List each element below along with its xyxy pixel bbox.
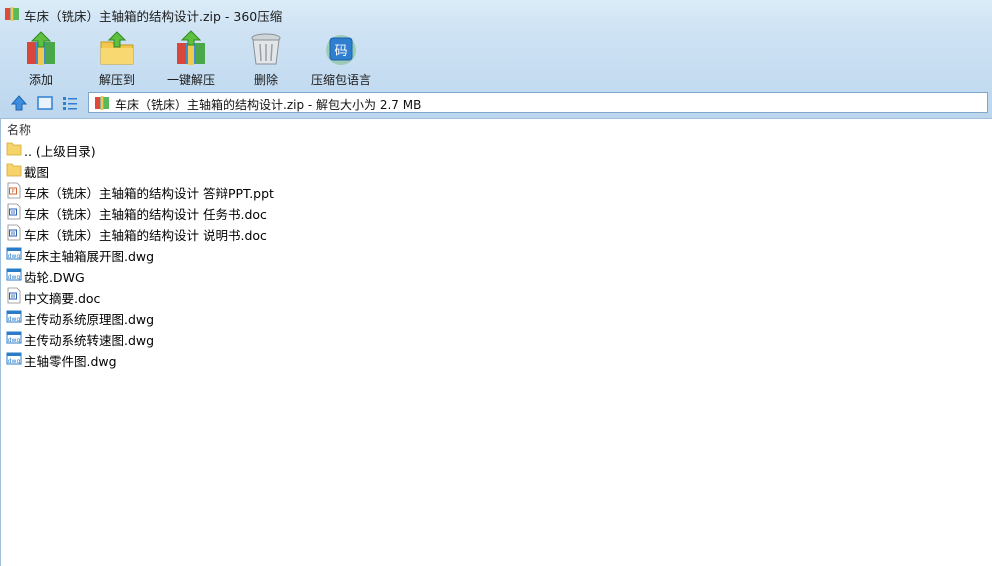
file-list: 名称 .. (上级目录) 截图 P 车床（铣床）主轴箱的结构设计 答辩PPT.p… (0, 119, 992, 566)
item-name: 车床（铣床）主轴箱的结构设计 说明书.doc (24, 228, 267, 243)
list-item[interactable]: dwg 齿轮.DWG (5, 264, 985, 285)
toolbar: 添加 解压到 一键解压 删除 码 压缩包语言 (0, 28, 992, 88)
svg-text:W: W (11, 210, 16, 216)
folder-icon (6, 163, 22, 177)
list-item-parent-dir[interactable]: .. (上级目录) (5, 138, 985, 159)
path-field[interactable]: 车床（铣床）主轴箱的结构设计.zip - 解包大小为 2.7 MB (88, 92, 988, 113)
dwg-file-icon: dwg (6, 352, 22, 365)
extract-to-button[interactable]: 解压到 (92, 28, 142, 88)
item-name: 主轴零件图.dwg (24, 354, 117, 369)
doc-file-icon: W (7, 224, 21, 241)
window-title: 车床（铣床）主轴箱的结构设计.zip - 360压缩 (24, 9, 283, 24)
dwg-file-icon: dwg (6, 310, 22, 323)
path-text: 车床（铣床）主轴箱的结构设计.zip - 解包大小为 2.7 MB (115, 98, 422, 112)
app-window: 车床（铣床）主轴箱的结构设计.zip - 360压缩 添加 解压到 一键解压 删… (0, 0, 992, 566)
add-archive-icon (27, 31, 55, 65)
dwg-file-icon: dwg (6, 268, 22, 281)
doc-file-icon: W (7, 287, 21, 304)
extract-to-label: 解压到 (98, 73, 135, 87)
archive-language-button[interactable]: 码 压缩包语言 (306, 28, 376, 88)
list-item[interactable]: W 中文摘要.doc (5, 285, 985, 306)
list-item[interactable]: 截图 (5, 159, 985, 180)
item-name: 车床主轴箱展开图.dwg (24, 249, 155, 264)
svg-text:W: W (11, 231, 16, 237)
column-header-name[interactable]: 名称 (7, 121, 31, 138)
ppt-file-icon: P (7, 182, 21, 199)
list-item[interactable]: W 车床（铣床）主轴箱的结构设计 任务书.doc (5, 201, 985, 222)
list-item[interactable]: dwg 主传动系统转速图.dwg (5, 327, 985, 348)
list-item[interactable]: dwg 主传动系统原理图.dwg (5, 306, 985, 327)
svg-text:dwg: dwg (8, 358, 21, 365)
one-click-extract-icon (177, 30, 205, 65)
list-item[interactable]: W 车床（铣床）主轴箱的结构设计 说明书.doc (5, 222, 985, 243)
item-name: 截图 (24, 165, 50, 180)
archive-language-icon: 码 (326, 35, 356, 65)
svg-text:dwg: dwg (8, 253, 21, 260)
svg-text:W: W (11, 294, 16, 300)
title-bar: 车床（铣床）主轴箱的结构设计.zip - 360压缩 (0, 0, 992, 28)
list-view-icon[interactable] (61, 94, 79, 112)
item-name: 主传动系统原理图.dwg (24, 312, 155, 327)
svg-text:dwg: dwg (8, 337, 21, 344)
list-item[interactable]: P 车床（铣床）主轴箱的结构设计 答辩PPT.ppt (5, 180, 985, 201)
item-name: 中文摘要.doc (24, 291, 101, 306)
extract-to-icon (100, 31, 134, 65)
folder-icon (6, 142, 22, 156)
dwg-file-icon: dwg (6, 331, 22, 344)
one-click-extract-label: 一键解压 (166, 73, 215, 87)
archive-language-label: 压缩包语言 (310, 73, 371, 87)
delete-button[interactable]: 删除 (242, 28, 290, 88)
archive-app-icon (5, 7, 19, 21)
file-rows: .. (上级目录) 截图 P 车床（铣床）主轴箱的结构设计 答辩PPT.ppt (5, 138, 985, 369)
item-name: .. (上级目录) (24, 144, 96, 159)
thumbnail-view-icon[interactable] (36, 94, 54, 112)
list-item[interactable]: dwg 主轴零件图.dwg (5, 348, 985, 369)
trash-bin-icon (251, 33, 281, 65)
item-name: 齿轮.DWG (24, 270, 85, 285)
archive-file-icon (95, 96, 109, 110)
doc-file-icon: W (7, 203, 21, 220)
one-click-extract-button[interactable]: 一键解压 (162, 28, 220, 88)
item-name: 车床（铣床）主轴箱的结构设计 任务书.doc (24, 207, 267, 222)
item-name: 主传动系统转速图.dwg (24, 333, 155, 348)
delete-label: 删除 (253, 73, 278, 87)
item-name: 车床（铣床）主轴箱的结构设计 答辩PPT.ppt (24, 186, 274, 201)
list-item[interactable]: dwg 车床主轴箱展开图.dwg (5, 243, 985, 264)
address-bar: 车床（铣床）主轴箱的结构设计.zip - 解包大小为 2.7 MB (0, 88, 992, 119)
up-level-icon[interactable] (10, 94, 28, 112)
svg-text:dwg: dwg (8, 316, 21, 323)
language-badge-text: 码 (334, 44, 347, 59)
add-button[interactable]: 添加 (16, 28, 66, 88)
svg-text:P: P (11, 189, 14, 195)
add-label: 添加 (28, 73, 53, 87)
dwg-file-icon: dwg (6, 247, 22, 260)
svg-text:dwg: dwg (8, 274, 21, 281)
